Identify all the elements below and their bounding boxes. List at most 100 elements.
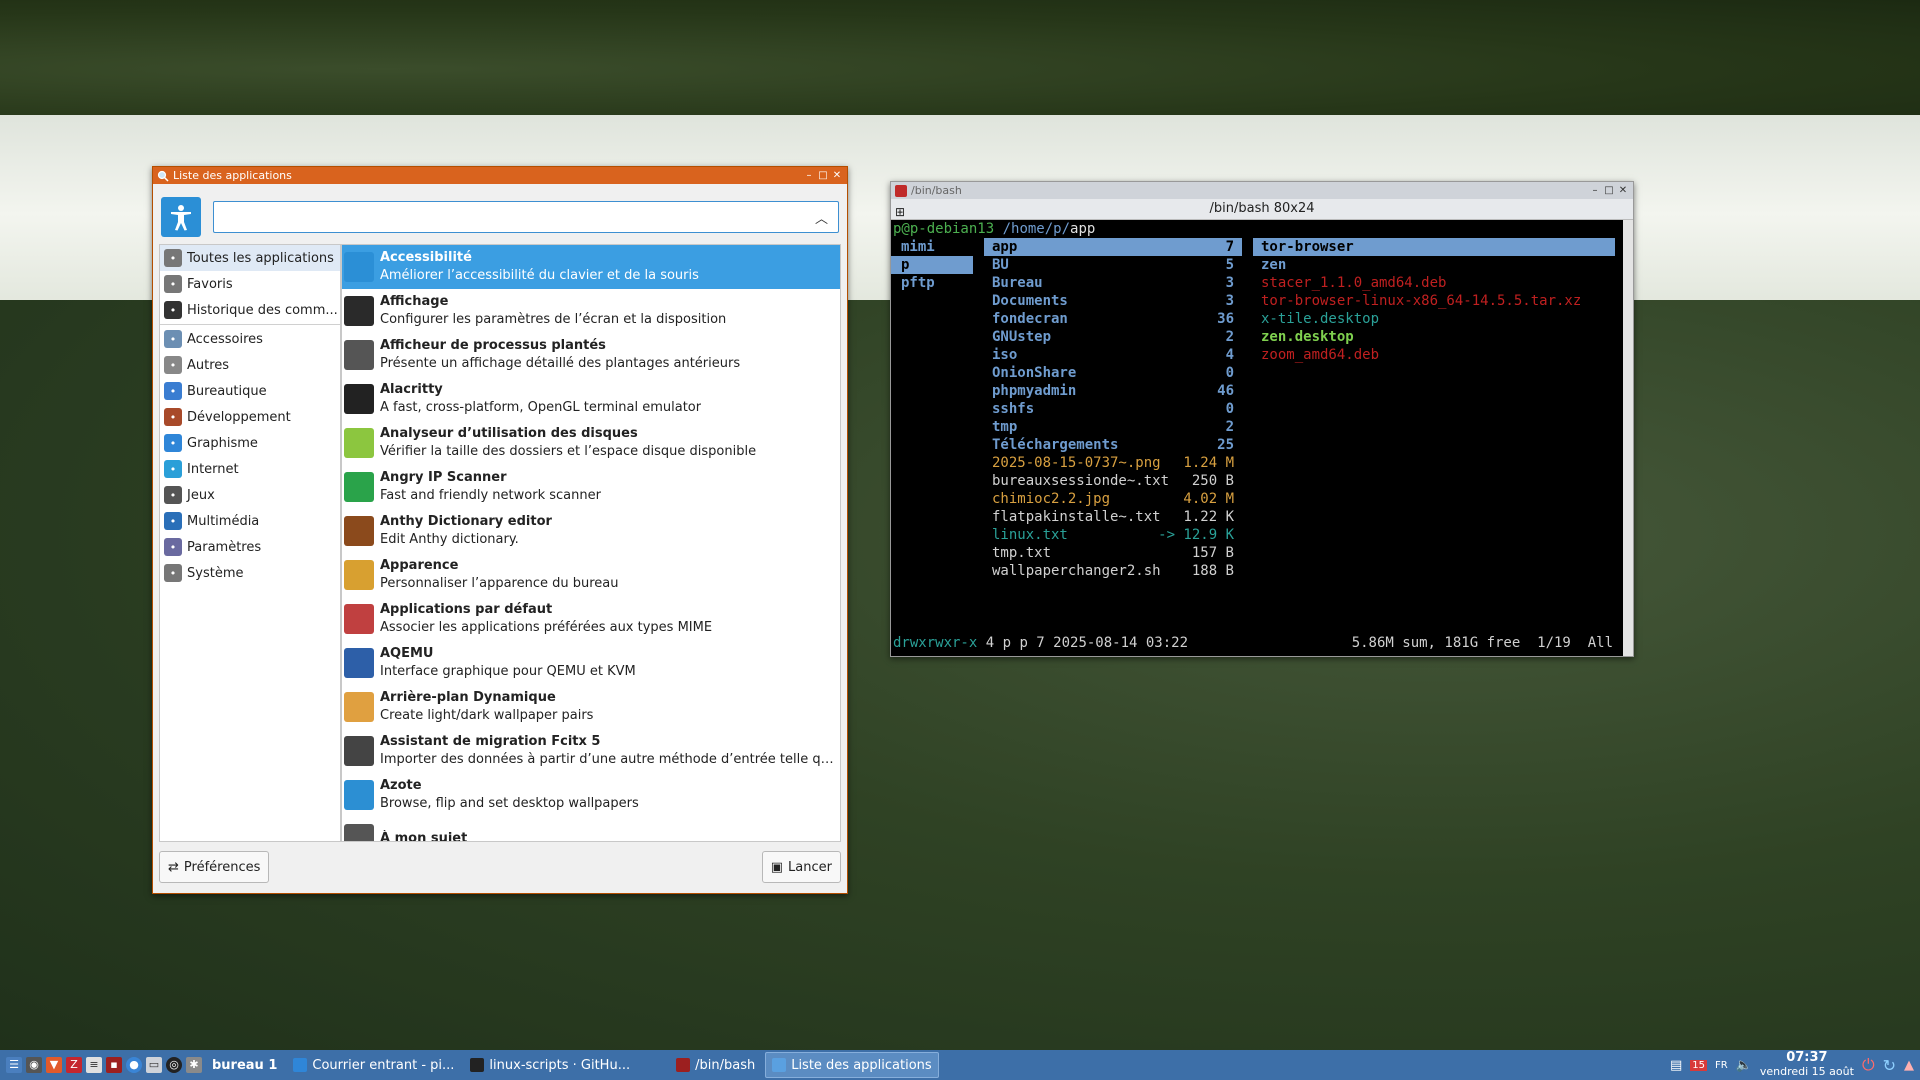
category-item[interactable]: • Multimédia bbox=[160, 508, 340, 534]
entry-name: sshfs bbox=[992, 401, 1035, 417]
split-view-icon[interactable]: ⊞ bbox=[895, 202, 905, 222]
minimize-button[interactable]: – bbox=[803, 170, 815, 182]
azote-icon bbox=[344, 780, 374, 810]
current-dir-entry: fondecran 36 bbox=[984, 310, 1242, 328]
clipboard-icon[interactable]: ▤ bbox=[1670, 1058, 1682, 1073]
category-item[interactable]: • Historique des comm... bbox=[160, 297, 340, 323]
github-launcher-icon[interactable]: ◎ bbox=[166, 1057, 182, 1073]
entry-name: iso bbox=[992, 347, 1018, 363]
app-name: Angry IP Scanner bbox=[380, 470, 507, 485]
maximize-button[interactable]: □ bbox=[1603, 185, 1615, 197]
app-list-item[interactable]: À mon sujet bbox=[342, 817, 840, 842]
category-item[interactable]: • Graphisme bbox=[160, 430, 340, 456]
app-list-item[interactable]: Accessibilité Améliorer l’accessibilité d… bbox=[342, 245, 840, 289]
category-item[interactable]: • Accessoires bbox=[160, 326, 340, 352]
app-list-item[interactable]: Afficheur de processus plantés Présente u… bbox=[342, 333, 840, 377]
category-label: Accessoires bbox=[187, 331, 263, 347]
terminal-status-line: drwxrwxr-x 4 p p 7 2025-08-14 03:22 5.86M… bbox=[893, 634, 1613, 652]
taskbar-task[interactable]: /bin/bash bbox=[670, 1053, 761, 1077]
clock[interactable]: 07:37 vendredi 15 août bbox=[1760, 1051, 1854, 1079]
taskbar-task[interactable]: linux-scripts · GitHu... bbox=[464, 1053, 636, 1077]
app-list-item[interactable]: Assistant de migration Fcitx 5 Importer d… bbox=[342, 729, 840, 773]
internet-icon: • bbox=[164, 460, 182, 478]
close-button[interactable]: ✕ bbox=[831, 170, 843, 182]
update-icon[interactable]: ↻ bbox=[1883, 1056, 1896, 1075]
preferences-button[interactable]: ⇄ Préférences bbox=[159, 851, 270, 883]
category-label: Historique des comm... bbox=[187, 302, 338, 318]
eyes-icon[interactable]: ◉ bbox=[26, 1057, 42, 1073]
parent-dir-name: pftp bbox=[901, 275, 935, 291]
app-list-item[interactable]: Apparence Personnaliser l’apparence du bu… bbox=[342, 553, 840, 597]
app-description: Présente un affichage détaillé des plant… bbox=[380, 356, 741, 371]
notes-icon[interactable]: ▲ bbox=[1904, 1058, 1914, 1073]
category-list: • Toutes les applications • Favoris • Histori… bbox=[159, 244, 341, 842]
entry-size: 25 bbox=[1217, 437, 1234, 453]
brave-icon[interactable]: ▼ bbox=[46, 1057, 62, 1073]
browser-icon[interactable]: ● bbox=[126, 1057, 142, 1073]
filezilla-icon[interactable]: Z bbox=[66, 1057, 82, 1073]
category-item[interactable]: • Toutes les applications bbox=[160, 245, 340, 271]
app-list-item[interactable]: Affichage Configurer les paramètres de l’… bbox=[342, 289, 840, 333]
app-description: Browse, flip and set desktop wallpapers bbox=[380, 796, 639, 811]
search-input[interactable] bbox=[214, 202, 790, 232]
app-description: A fast, cross-platform, OpenGL terminal … bbox=[380, 400, 702, 415]
search-field[interactable]: ︿ bbox=[213, 201, 839, 233]
chevron-up-icon[interactable]: ︿ bbox=[815, 208, 828, 227]
category-item[interactable]: • Système bbox=[160, 560, 340, 586]
close-button[interactable]: ✕ bbox=[1617, 185, 1629, 197]
entry-size: 3 bbox=[1225, 275, 1234, 291]
category-item[interactable]: • Jeux bbox=[160, 482, 340, 508]
taskbar-task[interactable]: Liste des applications bbox=[765, 1052, 939, 1078]
app-list-titlebar[interactable]: Liste des applications – □ ✕ bbox=[153, 167, 847, 184]
terminal-content[interactable]: p@p-debian13 /home/p/app mimi p pftp app 7 BU 5… bbox=[891, 220, 1623, 656]
app-list-item[interactable]: Azote Browse, flip and set desktop wallpa… bbox=[342, 773, 840, 817]
calendar-icon[interactable]: 15 bbox=[1690, 1059, 1707, 1071]
category-label: Favoris bbox=[187, 276, 233, 292]
desktop-switcher[interactable]: bureau 1 bbox=[212, 1058, 277, 1073]
current-dir-entry: 2025-08-15-0737~.png 1.24 M bbox=[984, 454, 1242, 472]
app-list-item[interactable]: Applications par défaut Associer les appl… bbox=[342, 597, 840, 641]
app-list-item[interactable]: Analyseur d’utilisation des disques Vérif… bbox=[342, 421, 840, 465]
appearance-icon bbox=[344, 560, 374, 590]
minimize-button[interactable]: – bbox=[1589, 185, 1601, 197]
app-name: Afficheur de processus plantés bbox=[380, 338, 606, 353]
settings-launcher-icon[interactable]: ✱ bbox=[186, 1057, 202, 1073]
maximize-button[interactable]: □ bbox=[817, 170, 829, 182]
power-icon[interactable]: ⏻ bbox=[1862, 1055, 1875, 1075]
app-list-item[interactable]: Angry IP Scanner Fast and friendly networ… bbox=[342, 465, 840, 509]
app-name: À mon sujet bbox=[380, 831, 468, 842]
entry-name: tmp bbox=[992, 419, 1018, 435]
entry-size: 3 bbox=[1225, 293, 1234, 309]
entry-name: flatpakinstalle~.txt bbox=[992, 509, 1161, 525]
taskbar-task[interactable]: Courrier entrant - pi... bbox=[287, 1053, 460, 1077]
entry-name: phpmyadmin bbox=[992, 383, 1077, 399]
terminal-titlebar[interactable]: /bin/bash – □ ✕ bbox=[891, 182, 1633, 199]
volume-icon[interactable]: 🔈 bbox=[1736, 1058, 1752, 1073]
keyboard-layout[interactable]: FR bbox=[1715, 1060, 1728, 1071]
terminal-window: /bin/bash – □ ✕ ⊞ /bin/bash 80x24 p@p-de… bbox=[890, 181, 1634, 657]
app-list-item[interactable]: Anthy Dictionary editor Edit Anthy dictio… bbox=[342, 509, 840, 553]
category-item[interactable]: • Bureautique bbox=[160, 378, 340, 404]
app-list-item[interactable]: Alacritty A fast, cross-platform, OpenGL … bbox=[342, 377, 840, 421]
category-item[interactable]: • Paramètres bbox=[160, 534, 340, 560]
entry-size: 2 bbox=[1225, 419, 1234, 435]
app-description: Vérifier la taille des dossiers et l’esp… bbox=[380, 444, 757, 459]
launch-button[interactable]: ▣ Lancer bbox=[761, 851, 841, 883]
category-item[interactable]: • Internet bbox=[160, 456, 340, 482]
parent-dir-entry: p bbox=[891, 256, 973, 274]
text-editor-icon[interactable]: ≡ bbox=[86, 1057, 102, 1073]
app-name: Alacritty bbox=[380, 382, 443, 397]
terminal-launcher-icon[interactable]: ▪ bbox=[106, 1057, 122, 1073]
category-item[interactable]: • Autres bbox=[160, 352, 340, 378]
preview-entry: zen.desktop bbox=[1261, 329, 1354, 345]
app-list-item[interactable]: AQEMU Interface graphique pour QEMU et KV… bbox=[342, 641, 840, 685]
category-item[interactable]: • Favoris bbox=[160, 271, 340, 297]
app-menu-icon[interactable]: ☰ bbox=[6, 1057, 22, 1073]
category-item[interactable]: • Développement bbox=[160, 404, 340, 430]
file-manager-icon[interactable]: ▭ bbox=[146, 1057, 162, 1073]
category-label: Paramètres bbox=[187, 539, 262, 555]
category-label: Bureautique bbox=[187, 383, 267, 399]
terminal-scrollbar[interactable] bbox=[1623, 220, 1633, 656]
app-description: Configurer les paramètres de l’écran et … bbox=[380, 312, 727, 327]
app-list-item[interactable]: Arrière-plan Dynamique Create light/dark … bbox=[342, 685, 840, 729]
